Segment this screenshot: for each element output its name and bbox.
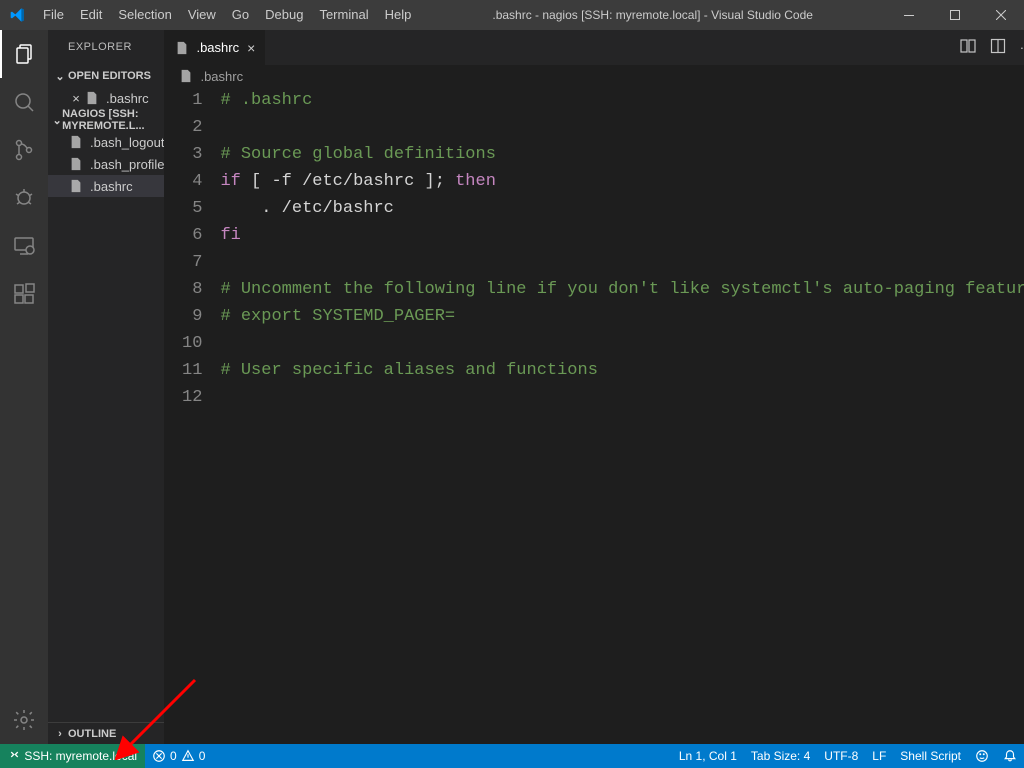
extensions-icon[interactable] — [0, 270, 48, 318]
minimize-button[interactable] — [886, 0, 932, 30]
menu-terminal[interactable]: Terminal — [311, 0, 376, 30]
menu-help[interactable]: Help — [377, 0, 420, 30]
workspace-label: NAGIOS [SSH: MYREMOTE.L... — [62, 108, 164, 132]
vscode-logo-icon — [0, 7, 35, 23]
source-control-icon[interactable] — [0, 126, 48, 174]
open-editors-header[interactable]: ⌄OPEN EDITORS — [48, 65, 164, 87]
file-tree-item[interactable]: .bashrc — [48, 175, 164, 197]
split-editor-icon[interactable] — [990, 38, 1006, 57]
search-icon[interactable] — [0, 78, 48, 126]
menu-view[interactable]: View — [180, 0, 224, 30]
outline-header[interactable]: ›OUTLINE — [48, 722, 164, 744]
activity-bar — [0, 30, 48, 744]
breadcrumb[interactable]: .bashrc — [164, 65, 1024, 87]
eol[interactable]: LF — [865, 744, 893, 768]
close-tab-icon[interactable]: × — [247, 40, 255, 56]
close-editor-icon[interactable]: × — [68, 91, 84, 106]
file-icon — [68, 178, 84, 194]
menu-edit[interactable]: Edit — [72, 0, 110, 30]
compare-changes-icon[interactable] — [960, 38, 976, 57]
file-icon — [178, 68, 194, 84]
chevron-right-icon: › — [52, 728, 68, 740]
file-icon — [174, 40, 190, 56]
sidebar-title: EXPLORER — [48, 30, 164, 65]
tab-bar: .bashrc × ··· — [164, 30, 1024, 65]
file-icon — [68, 134, 84, 150]
remote-icon — [8, 748, 21, 764]
editor-area: .bashrc × ··· .bashrc 123456789101112 # … — [164, 30, 1024, 744]
file-icon — [68, 156, 84, 172]
indentation[interactable]: Tab Size: 4 — [744, 744, 817, 768]
menu-go[interactable]: Go — [224, 0, 257, 30]
maximize-button[interactable] — [932, 0, 978, 30]
open-editor-item[interactable]: × .bashrc — [48, 87, 164, 109]
explorer-icon[interactable] — [0, 30, 48, 78]
code-content[interactable]: # .bashrc# Source global definitionsif [… — [220, 87, 1024, 744]
feedback-icon[interactable] — [968, 744, 996, 768]
remote-explorer-icon[interactable] — [0, 222, 48, 270]
problems-indicator[interactable]: 0 0 — [145, 744, 212, 768]
settings-gear-icon[interactable] — [0, 696, 48, 744]
close-button[interactable] — [978, 0, 1024, 30]
file-label: .bashrc — [106, 91, 149, 106]
file-icon — [84, 90, 100, 106]
menu-debug[interactable]: Debug — [257, 0, 311, 30]
more-actions-icon[interactable]: ··· — [1020, 40, 1024, 55]
language-mode[interactable]: Shell Script — [893, 744, 968, 768]
file-label: .bashrc — [90, 179, 133, 194]
remote-indicator[interactable]: SSH: myremote.local — [0, 744, 145, 768]
file-tree-item[interactable]: .bash_logout — [48, 131, 164, 153]
menu-bar: FileEditSelectionViewGoDebugTerminalHelp — [35, 0, 419, 30]
file-label: .bash_profile — [90, 157, 164, 172]
open-editors-label: OPEN EDITORS — [68, 70, 151, 82]
notifications-icon[interactable] — [996, 744, 1024, 768]
file-label: .bash_logout — [90, 135, 164, 150]
status-bar: SSH: myremote.local 0 0 Ln 1, Col 1 Tab … — [0, 744, 1024, 768]
encoding[interactable]: UTF-8 — [817, 744, 865, 768]
cursor-position[interactable]: Ln 1, Col 1 — [672, 744, 744, 768]
code-editor[interactable]: 123456789101112 # .bashrc# Source global… — [164, 87, 1024, 744]
menu-file[interactable]: File — [35, 0, 72, 30]
title-bar: FileEditSelectionViewGoDebugTerminalHelp… — [0, 0, 1024, 30]
sidebar: EXPLORER ⌄OPEN EDITORS ×.bashrc ⌄NAGIOS … — [48, 30, 164, 744]
chevron-down-icon: ⌄ — [52, 70, 68, 83]
remote-label: SSH: myremote.local — [24, 749, 137, 763]
chevron-down-icon: ⌄ — [52, 114, 62, 127]
workspace-header[interactable]: ⌄NAGIOS [SSH: MYREMOTE.L... — [48, 109, 164, 131]
breadcrumb-label: .bashrc — [200, 69, 243, 84]
debug-icon[interactable] — [0, 174, 48, 222]
file-tree-item[interactable]: .bash_profile — [48, 153, 164, 175]
outline-label: OUTLINE — [68, 728, 116, 740]
line-number-gutter: 123456789101112 — [164, 87, 220, 744]
menu-selection[interactable]: Selection — [110, 0, 179, 30]
error-count: 0 — [170, 749, 177, 763]
warning-count: 0 — [199, 749, 206, 763]
tab-bashrc[interactable]: .bashrc × — [164, 30, 266, 65]
tab-label: .bashrc — [196, 40, 239, 55]
window-title: .bashrc - nagios [SSH: myremote.local] -… — [419, 8, 886, 22]
